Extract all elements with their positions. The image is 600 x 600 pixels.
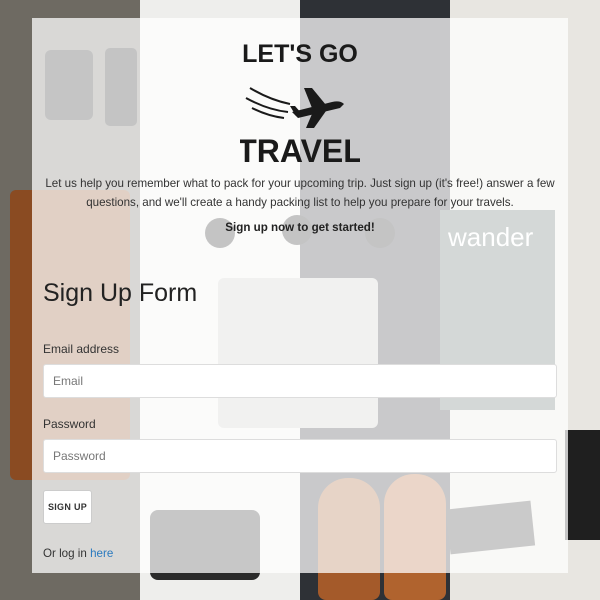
cta-text: Sign up now to get started! [225, 221, 375, 234]
login-link[interactable]: here [90, 547, 113, 560]
email-label: Email address [43, 342, 120, 356]
airplane-logo-icon: LET'S GO TRAVEL [240, 40, 360, 169]
sign-up-button[interactable]: SIGN UP [43, 490, 92, 524]
password-label: Password [43, 417, 96, 431]
login-prefix: Or log in [43, 547, 87, 560]
svg-text:TRAVEL: TRAVEL [240, 133, 360, 169]
login-row: Or log in here [43, 547, 113, 560]
password-field[interactable] [43, 439, 557, 473]
intro-text: Let us help you remember what to pack fo… [45, 177, 555, 209]
email-field[interactable] [43, 364, 557, 398]
lets-go-travel-logo: LET'S GO TRAVEL [32, 30, 568, 170]
svg-text:LET'S GO: LET'S GO [242, 40, 358, 68]
signup-card: LET'S GO TRAVEL Let us help you remember… [32, 18, 568, 573]
form-title: Sign Up Form [43, 278, 198, 307]
